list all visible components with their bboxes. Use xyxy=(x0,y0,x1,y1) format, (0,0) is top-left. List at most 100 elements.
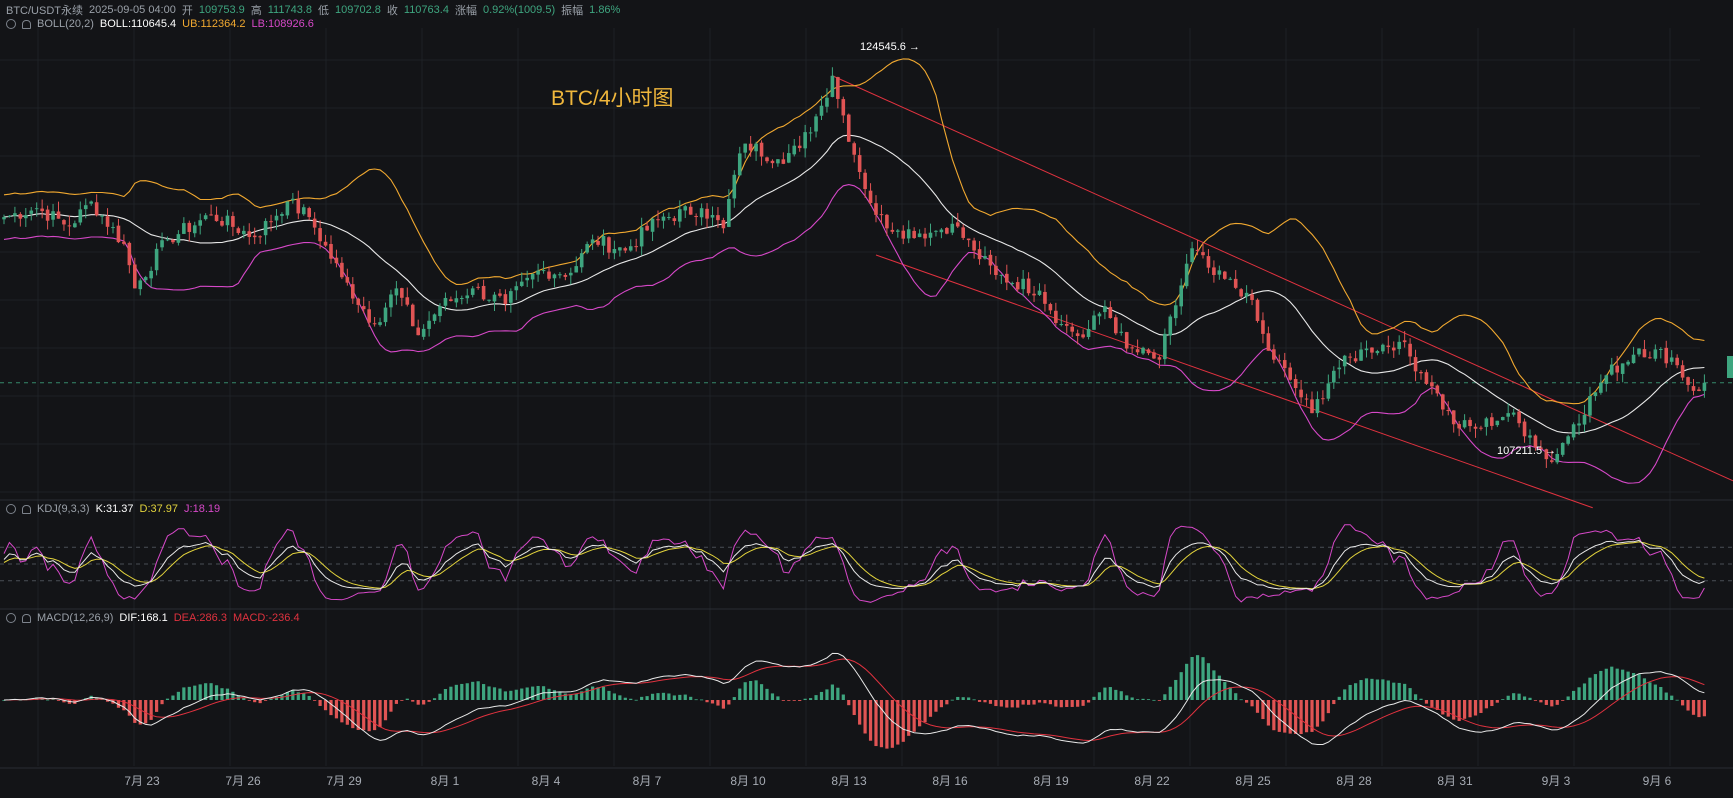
candle-body xyxy=(1588,395,1592,416)
macd-histogram-bar xyxy=(563,693,567,700)
candle-body xyxy=(1571,424,1576,438)
macd-histogram-bar xyxy=(868,700,873,741)
candle-body xyxy=(410,304,415,327)
candle-body xyxy=(1397,341,1401,350)
macd-histogram-bar xyxy=(765,688,769,700)
high-label: 高 xyxy=(250,5,262,17)
candle-body xyxy=(405,297,410,305)
candle-body xyxy=(1413,357,1418,372)
macd-histogram-bar xyxy=(509,690,513,700)
x-tick-label: 8月 25 xyxy=(1235,774,1271,788)
price-scale-tab[interactable] xyxy=(1727,356,1733,378)
candle-body xyxy=(563,274,568,277)
candle-body xyxy=(1370,347,1374,353)
candle-body xyxy=(509,291,513,303)
macd-histogram-bar xyxy=(863,700,867,734)
macd-histogram-bar xyxy=(482,684,486,700)
macd-histogram-bar xyxy=(1070,700,1074,707)
candle-body xyxy=(1152,352,1156,359)
macd-histogram-bar xyxy=(313,700,317,701)
candle-body xyxy=(481,285,486,300)
macd-histogram-bar xyxy=(1119,691,1123,700)
macd-histogram-bar xyxy=(591,686,595,700)
macd-histogram-bar xyxy=(1245,700,1249,703)
high-value: 111743.8 xyxy=(267,4,312,16)
macd-histogram-bar xyxy=(1266,700,1270,726)
macd-histogram-bar xyxy=(1424,700,1429,704)
macd-name[interactable]: MACD(12,26,9) xyxy=(37,612,113,624)
x-tick-label: 7月 26 xyxy=(225,774,261,788)
macd-histogram-bar xyxy=(340,700,344,723)
candle-body xyxy=(519,281,524,286)
macd-histogram-bar xyxy=(700,699,704,701)
macd-histogram-bar xyxy=(803,698,807,700)
macd-histogram-bar xyxy=(1364,678,1369,700)
macd-histogram-bar xyxy=(1413,694,1418,700)
macd-histogram-bar xyxy=(46,699,50,701)
visibility-eye-icon[interactable] xyxy=(6,613,16,623)
candle-body xyxy=(1261,320,1265,334)
change-value: 0.92%(1009.5) xyxy=(482,4,556,16)
candle-body xyxy=(1560,442,1565,455)
macd-histogram-bar xyxy=(1397,682,1401,700)
candle-body xyxy=(825,97,829,107)
macd-histogram-bar xyxy=(798,700,802,701)
macd-histogram-bar xyxy=(514,689,518,700)
candle-body xyxy=(263,221,268,236)
visibility-eye-icon[interactable] xyxy=(6,19,16,29)
candle-body xyxy=(1342,355,1347,367)
candle-body xyxy=(138,280,143,290)
candle-body xyxy=(1168,316,1173,336)
candle-body xyxy=(912,230,916,239)
candle-body xyxy=(928,232,933,238)
macd-histogram-bar xyxy=(645,696,649,700)
macd-histogram-bar xyxy=(176,691,180,700)
candle-body xyxy=(901,230,906,239)
candle-body xyxy=(1642,349,1647,358)
candle-body xyxy=(1026,278,1031,294)
macd-histogram-bar xyxy=(329,700,333,716)
kdj-name[interactable]: KDJ(9,3,3) xyxy=(37,503,90,515)
macd-histogram-bar xyxy=(749,681,753,700)
candle-body xyxy=(1490,417,1494,426)
macd-histogram-bar xyxy=(449,686,453,700)
candle-body xyxy=(34,208,39,210)
amplitude-value: 1.86% xyxy=(589,4,621,16)
candle-body xyxy=(394,288,399,296)
macd-histogram-bar xyxy=(1283,700,1287,733)
boll-name[interactable]: BOLL(20,2) xyxy=(37,18,94,30)
macd-histogram-bar xyxy=(1348,684,1352,700)
candle-body xyxy=(1691,386,1696,391)
candle-body xyxy=(607,237,611,253)
macd-histogram-bar xyxy=(160,700,164,705)
macd-histogram-bar xyxy=(351,700,355,729)
candle-body xyxy=(1081,334,1085,338)
alert-bell-icon[interactable] xyxy=(22,613,31,623)
macd-histogram-bar xyxy=(650,693,655,700)
macd-histogram-bar xyxy=(574,693,578,700)
macd-histogram-bar xyxy=(1037,700,1042,703)
alert-bell-icon[interactable] xyxy=(22,19,31,29)
candle-body xyxy=(356,298,361,305)
candle-body xyxy=(209,214,213,216)
macd-histogram-bar xyxy=(438,693,442,700)
macd-histogram-bar xyxy=(1506,695,1510,700)
macd-histogram-bar xyxy=(1561,700,1565,701)
visibility-eye-icon[interactable] xyxy=(6,504,16,514)
candle-body xyxy=(372,323,377,325)
candle-body xyxy=(1075,333,1080,336)
symbol-label[interactable]: BTC/USDT永续 xyxy=(6,2,83,18)
low-annotation: 107211.5 → xyxy=(1497,445,1557,457)
candle-body xyxy=(301,207,306,215)
candle-body xyxy=(585,244,589,253)
x-tick-label: 8月 19 xyxy=(1033,774,1069,788)
macd-histogram-bar xyxy=(1577,687,1581,700)
alert-bell-icon[interactable] xyxy=(22,504,31,514)
chart-area[interactable]: BTC/USDT永续 2025-09-05 04:00 开 109753.9 高1… xyxy=(0,0,1733,793)
chart-svg[interactable] xyxy=(0,0,1733,793)
macd-histogram-bar xyxy=(1604,668,1608,700)
candle-body xyxy=(1037,290,1042,295)
candle-body xyxy=(1430,382,1434,387)
macd-histogram-bar xyxy=(1163,694,1167,700)
candle-body xyxy=(443,297,448,306)
